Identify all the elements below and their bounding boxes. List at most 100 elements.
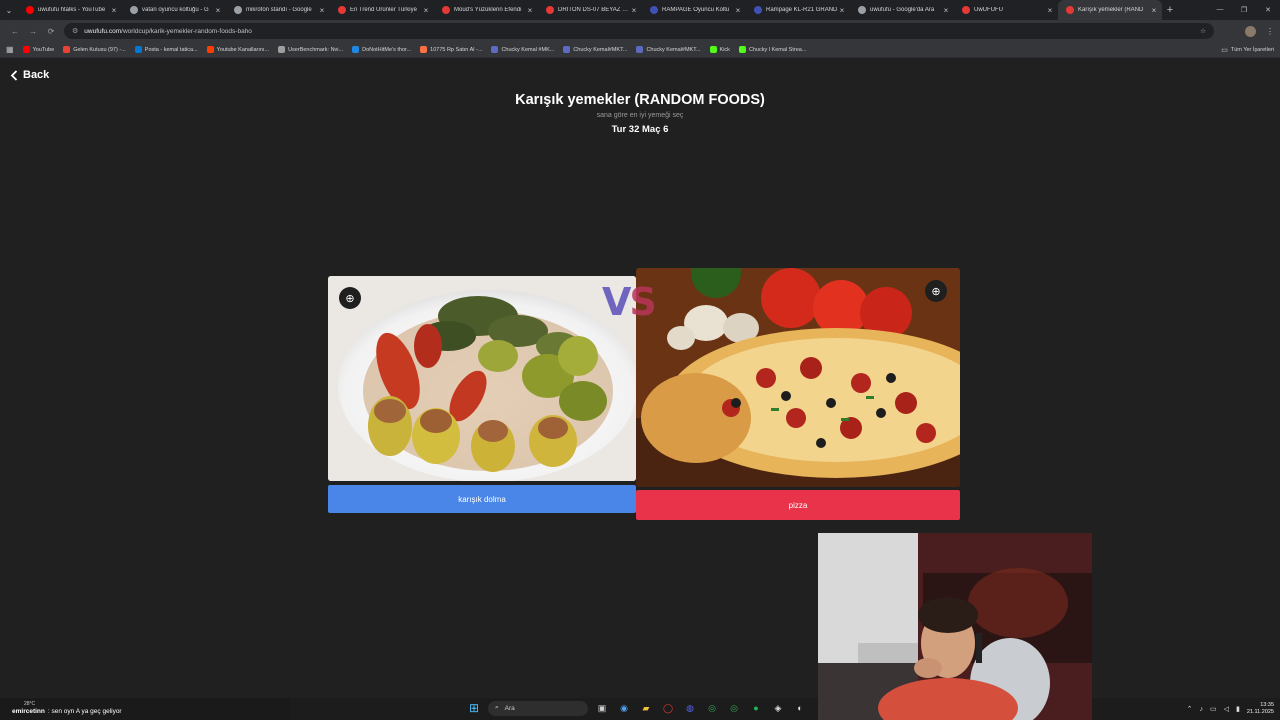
round-indicator: Tur 32 Maç 6 (611, 124, 669, 135)
chat-username: emircetinn (12, 708, 45, 715)
bookmark-item[interactable]: Gelen Kutusu (97) -... (63, 46, 126, 53)
file-explorer-icon[interactable]: ▰ (638, 700, 654, 716)
bookmark-item[interactable]: Chucky Kemal#MKT... (563, 46, 627, 53)
back-button[interactable]: Back (10, 69, 49, 81)
url-host: uwufufu.com (84, 27, 122, 35)
bookmark-favicon-icon (63, 46, 71, 53)
bookmark-item[interactable]: DoNotHitMe's thor... (352, 46, 411, 53)
dolma-image[interactable]: ⊕ (328, 276, 636, 481)
browser-tab[interactable]: uwufufu - Google'da Ara × (850, 0, 954, 20)
folder-icon: ▭ (1221, 46, 1228, 54)
bookmark-item[interactable]: UserBenchmark: Nvi... (278, 46, 343, 53)
choose-left-button[interactable]: karışık dolma (328, 485, 636, 513)
forward-arrow-icon[interactable]: → (24, 27, 42, 36)
page-subtitle: sana göre en iyi yemeği seç (596, 112, 684, 119)
tab-favicon-icon (650, 6, 658, 14)
network-icon[interactable]: ▭ (1210, 705, 1217, 713)
battery-icon[interactable]: ▮ (1236, 705, 1240, 713)
tab-search-icon[interactable]: ⌄ (0, 0, 18, 20)
tab-close-icon[interactable]: × (422, 6, 430, 15)
tab-favicon-icon (26, 6, 34, 14)
task-view-icon[interactable]: ▣ (594, 700, 610, 716)
tab-favicon-icon (546, 6, 554, 14)
obs-icon[interactable]: ◐ (792, 700, 808, 716)
browser-tab[interactable]: En Trend Ürünler Türkiye × (330, 0, 434, 20)
opera-icon[interactable]: ◯ (660, 700, 676, 716)
chrome-icon[interactable]: ◎ (704, 700, 720, 716)
tab-title: vatan oyuncu koltuğu - G (142, 7, 209, 13)
tab-close-icon[interactable]: × (1046, 6, 1054, 15)
chevron-up-icon[interactable]: ⌃ (1187, 705, 1193, 713)
spotify-icon[interactable]: ● (748, 700, 764, 716)
pizza-image[interactable]: ⊕ (636, 268, 960, 487)
back-label: Back (23, 69, 50, 81)
windows-start-icon[interactable]: ⊞ (466, 700, 482, 716)
weather-widget[interactable]: 28°C (24, 701, 35, 707)
browser-tab[interactable]: UwUFUFU × (954, 0, 1058, 20)
bookmark-item[interactable]: Kick (709, 46, 730, 53)
zoom-in-icon[interactable]: ⊕ (339, 287, 361, 309)
streamer-webcam (818, 533, 1092, 720)
tab-title: uwufufu - Google'da Ara (870, 7, 935, 13)
browser-tab[interactable]: RAMPAGE Oyuncu Koltu × (642, 0, 746, 20)
vs-v: V (602, 280, 631, 324)
tab-close-icon[interactable]: × (1150, 6, 1158, 15)
browser-tab[interactable]: Moud's Yüzüklerin Efendi × (434, 0, 538, 20)
profile-avatar[interactable] (1245, 25, 1256, 37)
browser-tab[interactable]: mikrofon standı - Google × (226, 0, 330, 20)
minimize-icon[interactable]: — (1208, 6, 1232, 14)
choose-right-button[interactable]: pizza (636, 490, 960, 520)
taskbar-search[interactable]: ⌕ Ara (488, 700, 588, 716)
tab-close-icon[interactable]: × (734, 6, 742, 15)
clock-time: 13:35 (1260, 702, 1274, 708)
clock[interactable]: 13:35 21.11.2025 (1247, 702, 1274, 716)
tab-favicon-icon (1066, 6, 1074, 14)
volume-icon[interactable]: ◁ (1224, 705, 1229, 713)
tab-close-icon[interactable]: × (110, 6, 118, 15)
chrome-active-icon[interactable]: ◎ (726, 700, 742, 716)
site-info-icon[interactable]: ⚙ (72, 27, 78, 35)
bookmark-list: YouTube Gelen Kutusu (97) -... Posta - kem… (22, 46, 816, 53)
tab-favicon-icon (442, 6, 450, 14)
restore-icon[interactable]: ❐ (1232, 6, 1256, 14)
tab-close-icon[interactable]: × (838, 6, 846, 15)
tab-active[interactable]: Karışık yemekler (RAND × (1058, 0, 1162, 20)
bookmark-favicon-icon (22, 46, 30, 53)
bookmark-item[interactable]: Chucky Kemal #MK... (491, 46, 554, 53)
tab-close-icon[interactable]: × (630, 6, 638, 15)
edge-icon[interactable]: ◉ (616, 700, 632, 716)
tab-close-icon[interactable]: × (214, 6, 222, 15)
bookmark-favicon-icon (709, 46, 717, 53)
browser-tab[interactable]: DRITON DS-07 BEYAZ PR × (538, 0, 642, 20)
discord-icon[interactable]: ◍ (682, 700, 698, 716)
bookmark-item[interactable]: Youtube Kanallarını... (206, 46, 269, 53)
bookmark-item[interactable]: YouTube (22, 46, 54, 53)
star-icon[interactable]: ☆ (1200, 27, 1206, 35)
tab-close-icon[interactable]: × (942, 6, 950, 15)
bookmark-label: Chucky Kemal#MKT... (646, 46, 701, 53)
webcam-overlay (818, 533, 1092, 720)
browser-tab[interactable]: Rampage KL-R21 GRAND × (746, 0, 850, 20)
browser-tab[interactable]: vatan oyuncu koltuğu - G × (122, 0, 226, 20)
zoom-in-icon[interactable]: ⊕ (925, 280, 947, 302)
tab-title: En Trend Ürünler Türkiye (350, 7, 417, 13)
app-icon[interactable]: ◈ (770, 700, 786, 716)
bookmark-item[interactable]: Chucky Kemal#MKT... (636, 46, 701, 53)
reload-icon[interactable]: ⟳ (42, 27, 60, 36)
bookmark-item[interactable]: Chucky l Kemal Strea... (738, 46, 806, 53)
back-arrow-icon[interactable]: ← (6, 27, 24, 36)
new-tab-button[interactable]: + (1162, 4, 1178, 16)
bookmark-item[interactable]: 10775 Rp Satın Al -... (420, 46, 482, 53)
browser-tab[interactable]: uwufufu htalks - YouTube × (18, 0, 122, 20)
close-window-icon[interactable]: ✕ (1256, 6, 1280, 14)
menu-icon[interactable]: ⋮ (1266, 27, 1274, 36)
dolma-photo (328, 276, 636, 481)
tab-title: uwufufu htalks - YouTube (38, 7, 106, 13)
apps-icon[interactable]: ▦ (6, 45, 14, 54)
address-bar[interactable]: ⚙ uwufufu.com /worldcup/karik-yemekler-r… (64, 23, 1214, 39)
all-bookmarks[interactable]: ▭ Tüm Yer İşaretleri (1221, 46, 1274, 54)
bookmark-item[interactable]: Posta - kemal tatica... (134, 46, 198, 53)
microphone-icon[interactable]: ♪ (1200, 706, 1204, 713)
tab-close-icon[interactable]: × (526, 6, 534, 15)
tab-close-icon[interactable]: × (318, 6, 326, 15)
